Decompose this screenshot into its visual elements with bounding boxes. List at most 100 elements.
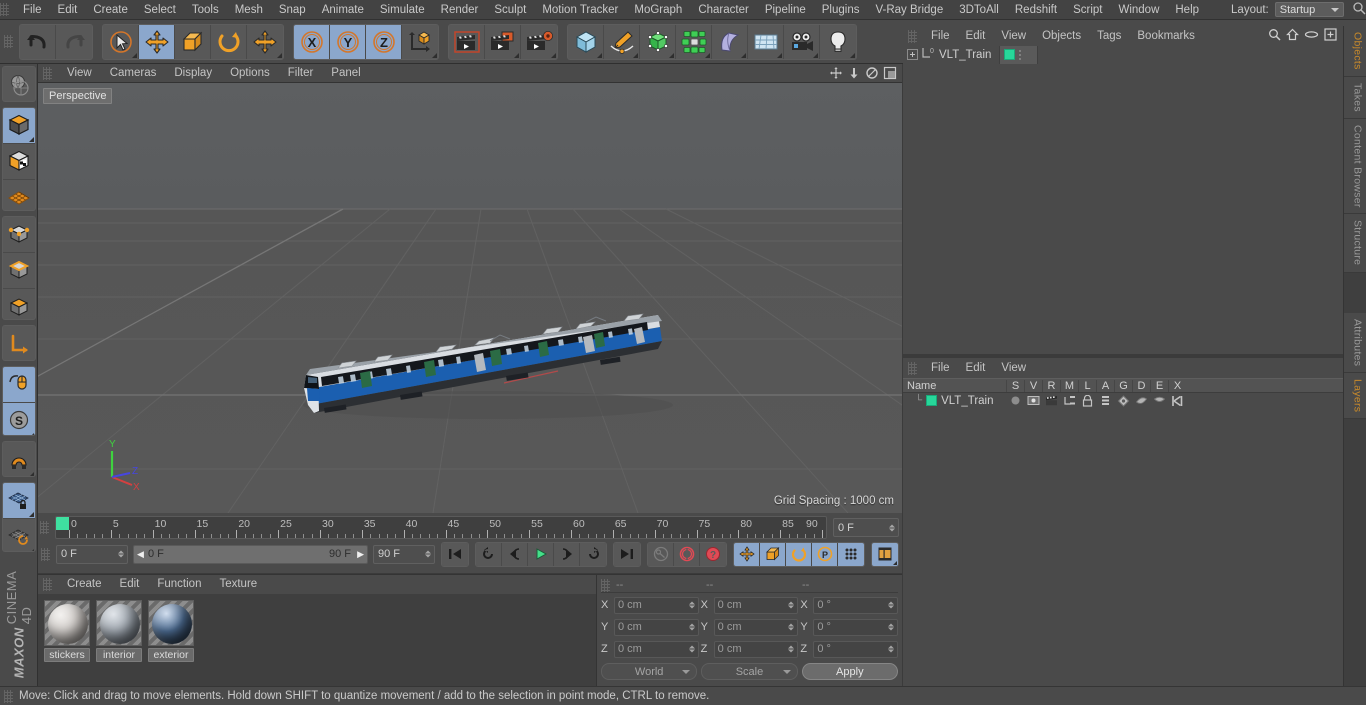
column-header-d[interactable]: D (1132, 379, 1150, 392)
layer-menu-view[interactable]: View (993, 358, 1034, 378)
add-spline-pen-button[interactable] (604, 24, 640, 59)
material-item[interactable]: interior (96, 600, 142, 662)
menu-item-pipeline[interactable]: Pipeline (757, 0, 814, 20)
render-icon[interactable] (1042, 395, 1060, 406)
frame-end-field[interactable]: 90 F (373, 544, 435, 564)
add-array-button[interactable] (676, 24, 712, 59)
model-mode-button[interactable] (2, 107, 35, 144)
column-header-v[interactable]: V (1024, 379, 1042, 392)
column-header-m[interactable]: M (1060, 379, 1078, 392)
record-scale-button[interactable] (760, 542, 786, 566)
manager-icon[interactable] (1060, 395, 1078, 406)
play-button[interactable] (528, 542, 554, 566)
menu-item-sculpt[interactable]: Sculpt (486, 0, 534, 20)
layer-color-swatch[interactable] (926, 395, 938, 406)
menu-item-snap[interactable]: Snap (271, 0, 314, 20)
stepper-icon[interactable] (688, 601, 695, 609)
range-left-arrow-icon[interactable]: ◀ (137, 549, 144, 560)
enable-snap-button[interactable] (2, 366, 35, 403)
material-grip-handle[interactable] (43, 578, 52, 591)
stepper-icon[interactable] (788, 601, 795, 609)
timeline-button[interactable] (872, 542, 898, 566)
object-menu-tags[interactable]: Tags (1089, 26, 1129, 46)
xref-icon[interactable] (1168, 395, 1186, 407)
stepper-icon[interactable] (688, 645, 695, 653)
layer-table-row[interactable]: └ VLT_Train (903, 393, 1343, 408)
menu-item-3dtoall[interactable]: 3DToAll (951, 0, 1007, 20)
points-mode-button[interactable] (2, 216, 35, 253)
material-thumbnail[interactable] (44, 600, 90, 646)
position-y-input[interactable]: 0 cm (614, 618, 699, 636)
preview-range-bar[interactable]: ◀ 0 F 90 F ▶ (133, 544, 368, 564)
stepper-icon[interactable] (889, 524, 895, 531)
stepper-icon[interactable] (788, 623, 795, 631)
viewport-menu-cameras[interactable]: Cameras (101, 64, 166, 83)
column-header-a[interactable]: A (1096, 379, 1114, 392)
planar-workplane-button[interactable] (2, 518, 35, 551)
size-z-input[interactable]: 0 cm (713, 640, 799, 658)
keyframe-selection-button[interactable]: ? (700, 542, 726, 566)
menu-item-file[interactable]: File (15, 0, 50, 20)
make-editable-globe-button[interactable] (2, 67, 35, 101)
workplane-magnet-button[interactable] (2, 441, 35, 476)
menu-item-animate[interactable]: Animate (314, 0, 372, 20)
uv-mode-button[interactable] (2, 179, 35, 210)
tab-structure[interactable]: Structure (1343, 214, 1366, 273)
go-to-end-button[interactable] (614, 542, 640, 566)
menu-item-vray-bridge[interactable]: V-Ray Bridge (867, 0, 951, 20)
column-header-e[interactable]: E (1150, 379, 1168, 392)
object-manager-grip-handle[interactable] (908, 29, 917, 43)
column-header-r[interactable]: R (1042, 379, 1060, 392)
ellipse-icon[interactable] (1304, 28, 1319, 44)
coordinate-space-select[interactable]: World (601, 663, 698, 680)
frame-start-field[interactable]: 0 F (56, 544, 128, 564)
texture-mode-button[interactable] (2, 143, 35, 180)
move-tool[interactable] (139, 24, 175, 59)
record-rotation-button[interactable] (786, 542, 812, 566)
menu-item-plugins[interactable]: Plugins (814, 0, 868, 20)
step-back-button[interactable] (502, 542, 528, 566)
add-light-button[interactable] (820, 24, 856, 59)
material-menu-edit[interactable]: Edit (111, 575, 149, 594)
tab-attributes[interactable]: Attributes (1343, 312, 1366, 374)
coordinates-grip-handle[interactable] (601, 578, 610, 592)
viewport-menu-view[interactable]: View (58, 64, 101, 83)
enable-axis-modification-button[interactable] (2, 325, 35, 360)
lock-x-axis-button[interactable]: X (294, 24, 330, 59)
layer-manager-grip-handle[interactable] (908, 361, 917, 375)
deformer-icon[interactable] (1132, 395, 1150, 407)
object-menu-edit[interactable]: Edit (958, 26, 994, 46)
record-active-objects-button[interactable] (674, 542, 700, 566)
home-icon[interactable] (1286, 28, 1299, 44)
menu-grip-handle[interactable] (0, 3, 9, 16)
tab-takes[interactable]: Takes (1343, 76, 1366, 119)
current-frame-marker[interactable] (56, 517, 69, 530)
menu-item-window[interactable]: Window (1110, 0, 1167, 20)
menu-item-motion-tracker[interactable]: Motion Tracker (534, 0, 626, 20)
object-menu-view[interactable]: View (993, 26, 1034, 46)
redo-button[interactable] (56, 24, 92, 59)
stepper-icon[interactable] (888, 601, 895, 609)
object-manager-tree[interactable]: 0 VLT_Train (903, 45, 1343, 354)
autokeying-button[interactable] (648, 542, 674, 566)
polygons-mode-button[interactable] (2, 288, 35, 319)
add-scene-floor-button[interactable] (748, 24, 784, 59)
object-menu-objects[interactable]: Objects (1034, 26, 1089, 46)
viewport-rotate-icon[interactable] (864, 65, 880, 81)
menu-item-mograph[interactable]: MoGraph (626, 0, 690, 20)
column-header-g[interactable]: G (1114, 379, 1132, 392)
material-menu-function[interactable]: Function (148, 575, 210, 594)
menu-item-simulate[interactable]: Simulate (372, 0, 433, 20)
menu-item-redshift[interactable]: Redshift (1007, 0, 1065, 20)
view-icon[interactable] (1024, 395, 1042, 406)
stepper-icon[interactable] (425, 550, 431, 558)
column-header-l[interactable]: L (1078, 379, 1096, 392)
add-generator-button[interactable] (640, 24, 676, 59)
object-menu-file[interactable]: File (923, 26, 958, 46)
rotation-b-input[interactable]: 0 ° (813, 640, 899, 658)
viewport-menu-panel[interactable]: Panel (322, 64, 369, 83)
object-menu-bookmarks[interactable]: Bookmarks (1129, 26, 1203, 46)
add-box-icon[interactable] (1324, 28, 1337, 44)
material-item[interactable]: stickers (44, 600, 90, 662)
layer-menu-file[interactable]: File (923, 358, 958, 378)
